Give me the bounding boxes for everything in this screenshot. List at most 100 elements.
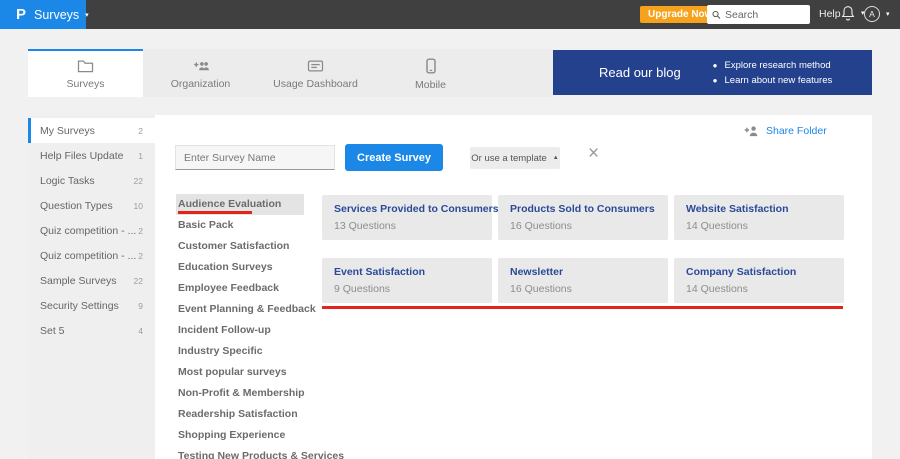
template-card-title: Event Satisfaction bbox=[334, 266, 426, 278]
search-input[interactable] bbox=[725, 8, 805, 21]
category-label: Audience Evaluation bbox=[178, 198, 282, 210]
main-tab-bar: Surveys Organization Usage Dashboard Mob… bbox=[28, 49, 553, 97]
sidebar-item-label: Logic Tasks bbox=[40, 174, 95, 187]
category-incident-follow-up[interactable]: Incident Follow-up bbox=[176, 320, 304, 341]
sidebar-item-my-surveys[interactable]: My Surveys 2 bbox=[28, 118, 155, 143]
sidebar-item-security-settings[interactable]: Security Settings 9 bbox=[28, 293, 155, 318]
bell-icon bbox=[841, 6, 855, 21]
sidebar-item-quiz-competition-1[interactable]: Quiz competition - ... 2 bbox=[28, 218, 155, 243]
template-card-services-provided-to-consumers[interactable]: Services Provided to Consumers 13 Questi… bbox=[322, 195, 499, 240]
read-our-blog-banner[interactable]: Read our blog ● Explore research method ●… bbox=[553, 50, 872, 95]
blog-bullet-text: Explore research method bbox=[724, 59, 831, 71]
sidebar-item-help-files-update[interactable]: Help Files Update 1 bbox=[28, 143, 155, 168]
product-menu[interactable]: P Surveys ▾ bbox=[0, 0, 89, 29]
template-card-company-satisfaction[interactable]: Company Satisfaction 14 Questions bbox=[674, 258, 844, 303]
template-card-questions: 9 Questions bbox=[334, 283, 391, 295]
category-non-profit-membership[interactable]: Non-Profit & Membership bbox=[176, 383, 305, 404]
sidebar-item-label: Help Files Update bbox=[40, 149, 124, 162]
add-people-icon bbox=[194, 61, 209, 70]
category-label: Incident Follow-up bbox=[178, 324, 271, 336]
category-event-planning-feedback[interactable]: Event Planning & Feedback bbox=[176, 299, 316, 320]
questionpro-logo: P bbox=[16, 6, 27, 23]
avatar: A bbox=[864, 6, 880, 22]
template-card-website-satisfaction[interactable]: Website Satisfaction 14 Questions bbox=[674, 195, 844, 240]
category-label: Non-Profit & Membership bbox=[178, 387, 305, 399]
sidebar-item-label: Quiz competition - ... bbox=[40, 224, 137, 237]
template-card-row: Event Satisfaction 9 Questions Newslette… bbox=[322, 258, 845, 303]
category-basic-pack[interactable]: Basic Pack bbox=[176, 215, 304, 236]
blog-bullet-text: Learn about new features bbox=[724, 74, 833, 86]
create-survey-button[interactable]: Create Survey bbox=[345, 144, 443, 171]
category-most-popular-surveys[interactable]: Most popular surveys bbox=[176, 362, 304, 383]
search-icon bbox=[712, 10, 721, 19]
category-customer-satisfaction[interactable]: Customer Satisfaction bbox=[176, 236, 304, 257]
tab-surveys[interactable]: Surveys bbox=[28, 49, 143, 97]
blog-banner-bullets: ● Explore research method ● Learn about ne… bbox=[713, 58, 833, 88]
category-label: Shopping Experience bbox=[178, 429, 286, 441]
bullet-dot: ● bbox=[712, 75, 718, 85]
sidebar-item-count: 2 bbox=[138, 250, 143, 261]
template-card-event-satisfaction[interactable]: Event Satisfaction 9 Questions bbox=[322, 258, 492, 303]
bullet-dot: ● bbox=[712, 60, 718, 70]
sidebar-item-count: 1 bbox=[138, 150, 143, 161]
category-education-surveys[interactable]: Education Surveys bbox=[176, 257, 304, 278]
help-link[interactable]: Help bbox=[819, 8, 841, 20]
tab-usage-dashboard[interactable]: Usage Dashboard bbox=[258, 49, 373, 97]
template-dropdown-label: Or use a template bbox=[471, 152, 547, 164]
sidebar-item-label: My Surveys bbox=[40, 124, 95, 137]
tab-mobile[interactable]: Mobile bbox=[373, 49, 488, 97]
mobile-icon bbox=[425, 57, 436, 74]
sidebar-item-set-5[interactable]: Set 5 4 bbox=[28, 318, 155, 343]
sidebar-item-quiz-competition-2[interactable]: Quiz competition - ... 2 bbox=[28, 243, 155, 268]
template-card-title: Products Sold to Consumers bbox=[510, 203, 655, 215]
category-label: Event Planning & Feedback bbox=[178, 303, 316, 315]
sidebar-item-sample-surveys[interactable]: Sample Surveys 22 bbox=[28, 268, 155, 293]
sidebar-item-logic-tasks[interactable]: Logic Tasks 22 bbox=[28, 168, 155, 193]
sidebar-item-count: 10 bbox=[133, 200, 143, 211]
tab-label: Usage Dashboard bbox=[273, 77, 358, 90]
tab-organization[interactable]: Organization bbox=[143, 49, 258, 97]
template-dropdown[interactable]: Or use a template ▲ bbox=[470, 147, 560, 169]
dashboard-icon bbox=[307, 59, 324, 72]
blog-bullet: ● Learn about new features bbox=[713, 73, 833, 88]
share-folder-label: Share Folder bbox=[766, 125, 827, 137]
template-card-title: Company Satisfaction bbox=[686, 266, 797, 278]
template-card-title: Newsletter bbox=[510, 266, 564, 278]
template-card-questions: 16 Questions bbox=[510, 220, 572, 232]
template-card-questions: 14 Questions bbox=[686, 220, 748, 232]
global-search bbox=[707, 5, 810, 24]
template-card-newsletter[interactable]: Newsletter 16 Questions bbox=[498, 258, 668, 303]
account-menu[interactable]: A ▾ bbox=[864, 6, 890, 22]
category-employee-feedback[interactable]: Employee Feedback bbox=[176, 278, 304, 299]
chevron-down-icon: ▾ bbox=[85, 11, 89, 19]
category-industry-specific[interactable]: Industry Specific bbox=[176, 341, 304, 362]
sidebar-item-label: Set 5 bbox=[40, 324, 65, 337]
chevron-up-icon: ▲ bbox=[552, 155, 559, 161]
folder-icon bbox=[77, 59, 94, 72]
category-label: Basic Pack bbox=[178, 219, 234, 231]
category-shopping-experience[interactable]: Shopping Experience bbox=[176, 425, 304, 446]
category-audience-evaluation[interactable]: Audience Evaluation bbox=[176, 194, 304, 215]
share-folder-button[interactable]: Share Folder bbox=[744, 125, 827, 137]
close-icon[interactable]: × bbox=[588, 144, 599, 163]
template-card-products-sold-to-consumers[interactable]: Products Sold to Consumers 16 Questions bbox=[498, 195, 668, 240]
sidebar-item-question-types[interactable]: Question Types 10 bbox=[28, 193, 155, 218]
survey-name-input[interactable] bbox=[175, 145, 335, 170]
template-card-title: Website Satisfaction bbox=[686, 203, 789, 215]
category-testing-new-products-services[interactable]: Testing New Products & Services bbox=[176, 446, 344, 459]
category-readership-satisfaction[interactable]: Readership Satisfaction bbox=[176, 404, 304, 425]
template-card-questions: 14 Questions bbox=[686, 283, 748, 295]
sidebar-item-count: 2 bbox=[138, 125, 143, 136]
sidebar-item-label: Question Types bbox=[40, 199, 113, 212]
add-person-icon bbox=[744, 126, 758, 137]
annotation-underline-templates bbox=[322, 306, 843, 309]
template-card-questions: 16 Questions bbox=[510, 283, 572, 295]
tab-label: Surveys bbox=[66, 77, 105, 90]
notifications-button[interactable]: ▾ bbox=[841, 5, 865, 21]
category-label: Industry Specific bbox=[178, 345, 263, 357]
blog-banner-title: Read our blog bbox=[599, 65, 681, 80]
sidebar-item-count: 22 bbox=[133, 175, 143, 186]
tab-label: Mobile bbox=[415, 78, 446, 91]
template-card-title: Services Provided to Consumers bbox=[334, 203, 499, 215]
category-label: Employee Feedback bbox=[178, 282, 279, 294]
